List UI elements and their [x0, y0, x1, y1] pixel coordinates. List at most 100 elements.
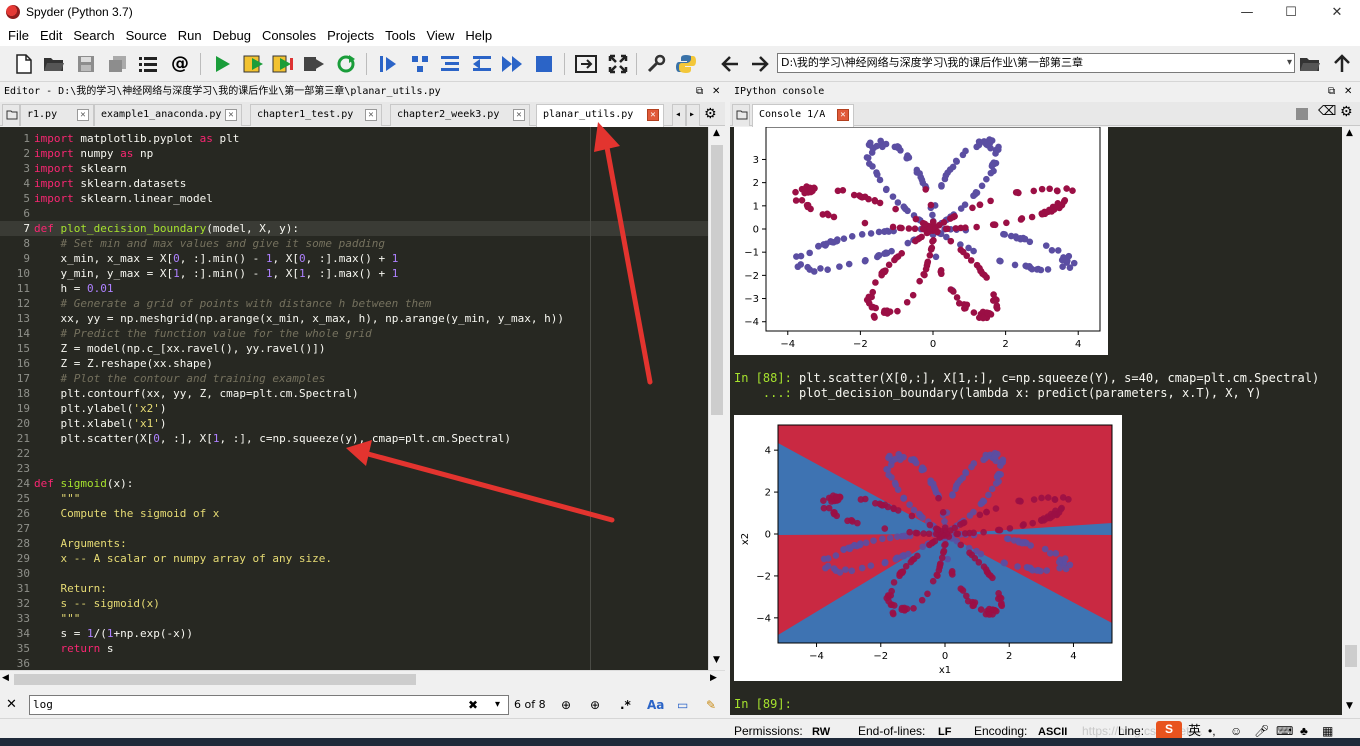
- rerun-icon[interactable]: [334, 52, 358, 76]
- browse-tabs-icon[interactable]: [2, 104, 20, 126]
- maximize-pane-icon[interactable]: [574, 52, 598, 76]
- chevron-down-icon[interactable]: ▾: [495, 698, 500, 712]
- menu-source[interactable]: Source: [122, 28, 174, 43]
- gear-icon[interactable]: ⚙: [1340, 104, 1353, 120]
- case-sensitive-icon[interactable]: Aa: [647, 698, 664, 712]
- open-file-icon[interactable]: [42, 52, 66, 76]
- code-line[interactable]: 9 x_min, x_max = X[0, :].min() - 1, X[0,…: [0, 251, 708, 266]
- chevron-down-icon[interactable]: ▾: [1287, 54, 1292, 72]
- run-cell-icon[interactable]: [242, 52, 266, 76]
- code-line[interactable]: 30: [0, 566, 708, 581]
- code-line[interactable]: 19 plt.ylabel('x2'): [0, 401, 708, 416]
- menu-tools[interactable]: Tools: [381, 28, 422, 43]
- menu-projects[interactable]: Projects: [323, 28, 381, 43]
- tab-chapter2-week3[interactable]: chapter2_week3.py ✕: [390, 104, 530, 126]
- at-icon[interactable]: @: [168, 52, 192, 76]
- close-pane-icon[interactable]: ✕: [1344, 84, 1352, 100]
- scroll-tabs-right-icon[interactable]: ▸: [686, 104, 700, 126]
- code-line[interactable]: 22: [0, 446, 708, 461]
- keyboard-icon[interactable]: ⌨: [1276, 723, 1293, 739]
- code-line[interactable]: 15 Z = model(np.c_[xx.ravel(), yy.ravel(…: [0, 341, 708, 356]
- menu-edit[interactable]: Edit: [36, 28, 69, 43]
- run-icon[interactable]: [210, 52, 234, 76]
- close-icon[interactable]: ✕: [647, 109, 659, 121]
- run-cell-advance-icon[interactable]: [272, 52, 296, 76]
- scroll-thumb[interactable]: [711, 145, 723, 415]
- close-icon[interactable]: ✕: [365, 109, 377, 121]
- save-icon[interactable]: [74, 52, 98, 76]
- debug-icon[interactable]: [376, 52, 400, 76]
- code-line[interactable]: 18 plt.contourf(xx, yy, Z, cmap=plt.cm.S…: [0, 386, 708, 401]
- ime-language[interactable]: 英: [1188, 723, 1201, 739]
- menu-view[interactable]: View: [422, 28, 461, 43]
- code-line[interactable]: 12 # Generate a grid of points with dist…: [0, 296, 708, 311]
- search-input[interactable]: log: [29, 695, 509, 715]
- code-line[interactable]: 5 import sklearn.linear_model: [0, 191, 708, 206]
- preferences-icon[interactable]: [644, 52, 668, 76]
- continue-icon[interactable]: [500, 52, 524, 76]
- code-line[interactable]: 1 import matplotlib.pyplot as plt: [0, 131, 708, 146]
- scroll-right-icon[interactable]: ▶: [710, 673, 717, 683]
- tab-example1-anaconda[interactable]: example1_anaconda.py ✕: [94, 104, 242, 126]
- code-line[interactable]: 25 """: [0, 491, 708, 506]
- python-path-icon[interactable]: [674, 52, 698, 76]
- code-line[interactable]: 10 y_min, y_max = X[1, :].min() - 1, X[1…: [0, 266, 708, 281]
- tab-chapter1-test[interactable]: chapter1_test.py ✕: [250, 104, 382, 126]
- scroll-left-icon[interactable]: ◀: [2, 673, 9, 683]
- tab-planar-utils[interactable]: planar_utils.py ✕: [536, 104, 664, 127]
- close-icon[interactable]: ✕: [513, 109, 525, 121]
- undock-pane-icon[interactable]: ⧉: [696, 84, 703, 100]
- code-line[interactable]: 33 """: [0, 611, 708, 626]
- step-into-icon[interactable]: [438, 52, 462, 76]
- whole-word-icon[interactable]: ▭: [677, 698, 688, 712]
- find-next-icon[interactable]: ⊕: [590, 698, 600, 712]
- scroll-up-icon[interactable]: ▲: [713, 128, 720, 138]
- editor-vertical-scrollbar[interactable]: ▲ ▼: [708, 127, 725, 670]
- code-line[interactable]: 31 Return:: [0, 581, 708, 596]
- code-line[interactable]: 13 xx, yy = np.meshgrid(np.arange(x_min,…: [0, 311, 708, 326]
- menu-consoles[interactable]: Consoles: [258, 28, 323, 43]
- code-line[interactable]: 8 # Set min and max values and give it s…: [0, 236, 708, 251]
- save-all-icon[interactable]: [106, 52, 130, 76]
- scroll-down-icon[interactable]: ▼: [1346, 701, 1353, 711]
- folder-icon[interactable]: [1298, 52, 1322, 76]
- code-line[interactable]: 11 h = 0.01: [0, 281, 708, 296]
- code-line[interactable]: 17 # Plot the contour and training examp…: [0, 371, 708, 386]
- up-arrow-icon[interactable]: [1330, 52, 1354, 76]
- gear-icon[interactable]: ⚙: [704, 106, 717, 122]
- code-line[interactable]: 26 Compute the sigmoid of x: [0, 506, 708, 521]
- back-arrow-icon[interactable]: [718, 52, 742, 76]
- working-directory-combo[interactable]: D:\我的学习\神经网络与深度学习\我的课后作业\第一部第三章 ▾: [777, 53, 1295, 73]
- tab-console-1[interactable]: Console 1/A ✕: [752, 104, 854, 127]
- code-line[interactable]: 20 plt.xlabel('x1'): [0, 416, 708, 431]
- menu-debug[interactable]: Debug: [209, 28, 258, 43]
- code-line[interactable]: 28 Arguments:: [0, 536, 708, 551]
- code-line[interactable]: 36: [0, 656, 708, 670]
- regex-icon[interactable]: .*: [620, 698, 631, 712]
- toolbox-icon[interactable]: ▦: [1322, 723, 1333, 739]
- list-icon[interactable]: [136, 52, 160, 76]
- scroll-up-icon[interactable]: ▲: [1346, 128, 1353, 138]
- maximize-button[interactable]: ☐: [1268, 0, 1314, 24]
- step-return-icon[interactable]: [470, 52, 494, 76]
- code-line[interactable]: 16 Z = Z.reshape(xx.shape): [0, 356, 708, 371]
- close-icon[interactable]: ✕: [6, 698, 17, 712]
- console-scrollbar[interactable]: ▲ ▼: [1342, 127, 1360, 715]
- code-line[interactable]: 27: [0, 521, 708, 536]
- code-line[interactable]: 4 import sklearn.datasets: [0, 176, 708, 191]
- forward-arrow-icon[interactable]: [748, 52, 772, 76]
- highlight-icon[interactable]: ✎: [706, 698, 716, 712]
- run-selection-icon[interactable]: [302, 52, 326, 76]
- tab-r1[interactable]: r1.py ✕: [20, 104, 94, 126]
- close-icon[interactable]: ✕: [77, 109, 89, 121]
- close-pane-icon[interactable]: ✕: [712, 84, 720, 100]
- menu-search[interactable]: Search: [69, 28, 121, 43]
- microphone-icon[interactable]: 🎤︎: [1254, 723, 1269, 739]
- eraser-icon[interactable]: ⌫: [1318, 104, 1336, 119]
- emoji-icon[interactable]: ☺: [1230, 723, 1242, 739]
- menu-run[interactable]: Run: [174, 28, 209, 43]
- skin-icon[interactable]: ♣: [1300, 723, 1308, 739]
- code-line[interactable]: 24 def sigmoid(x):: [0, 476, 708, 491]
- scroll-down-icon[interactable]: ▼: [713, 655, 720, 665]
- code-line[interactable]: 32 s -- sigmoid(x): [0, 596, 708, 611]
